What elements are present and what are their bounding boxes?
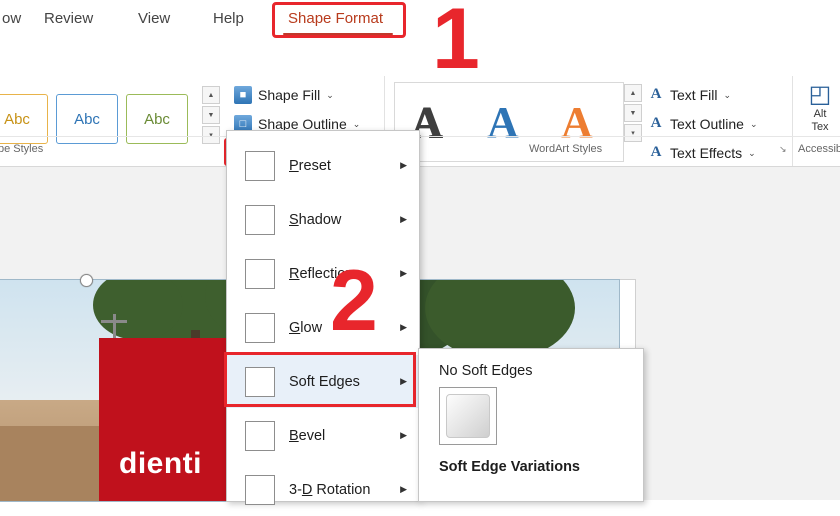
chevron-down-icon[interactable]: ⌄ (353, 119, 361, 130)
soft-edge-preview-icon (446, 394, 490, 438)
text-outline-label: Text Outline (670, 116, 744, 132)
menu-item-bevel-label: Bevel (289, 427, 326, 444)
tab-review[interactable]: Review (34, 0, 103, 38)
ribbon-tab-strip: ow Review View Help Shape Format (0, 0, 840, 38)
chevron-down-icon[interactable]: ⌄ (748, 148, 756, 159)
tab-help[interactable]: Help (203, 0, 254, 38)
shape-fill-button[interactable]: ■ Shape Fill ⌄ (228, 82, 340, 108)
text-effects-icon: A (650, 144, 662, 160)
ribbon-group-divider-2 (792, 76, 793, 174)
menu-item-shadow-label: Shadow (289, 211, 342, 228)
wordart-style-2[interactable]: A (487, 97, 519, 148)
no-soft-edges-label[interactable]: No Soft Edges (439, 363, 533, 379)
text-effects-button[interactable]: A Text Effects ⌄ (648, 140, 756, 166)
chevron-down-icon[interactable]: ⌄ (723, 90, 731, 101)
chevron-right-icon[interactable]: ▶ (400, 322, 407, 333)
soft-edges-square-icon (245, 366, 275, 397)
wordart-gallery-scroll-down[interactable]: ▼ (624, 104, 642, 122)
tab-view[interactable]: View (128, 0, 180, 38)
wordart-style-3[interactable]: A (561, 97, 593, 148)
paint-bucket-icon: ■ (234, 86, 252, 104)
chevron-right-icon[interactable]: ▶ (400, 430, 407, 441)
chevron-down-icon[interactable]: ⌄ (750, 119, 758, 130)
chevron-right-icon[interactable]: ▶ (400, 268, 407, 279)
group-label-accessibility: Accessib (798, 143, 840, 155)
shape-gallery-scroll-down[interactable]: ▼ (202, 106, 220, 124)
text-effects-label: Text Effects (670, 145, 743, 161)
menu-item-soft-edges-label: Soft Edges (289, 373, 360, 390)
selection-handle-top[interactable] (80, 274, 93, 287)
text-fill-button[interactable]: A Text Fill ⌄ (648, 82, 731, 108)
shape-fill-label: Shape Fill (258, 87, 321, 103)
bevel-square-icon (245, 420, 275, 451)
shape-gallery-scroll-up[interactable]: ▲ (202, 86, 220, 104)
menu-item-soft-edges[interactable]: Soft Edges ▶ (227, 355, 419, 408)
chevron-down-icon[interactable]: ⌄ (326, 90, 334, 101)
ribbon-body: Abc Abc Abc ▲ ▼ ▾ ■ Shape Fill ⌄ □ Shape… (0, 38, 840, 174)
shape-gallery-more[interactable]: ▾ (202, 126, 220, 144)
shape-format-tab-highlight (272, 2, 406, 38)
shape-effects-menu[interactable]: Preset ▶ Shadow ▶ Reflection ▶ Glow ▶ So… (226, 130, 420, 505)
alt-text-icon: ◰ (808, 81, 832, 108)
text-fill-label: Text Fill (670, 87, 718, 103)
chevron-right-icon[interactable]: ▶ (400, 160, 407, 171)
menu-item-3d-rotation-label: 3-D Rotation (289, 481, 371, 498)
shadow-square-icon (245, 204, 275, 235)
menu-item-reflection[interactable]: Reflection ▶ (227, 247, 419, 300)
wordart-gallery-more[interactable]: ▾ (624, 124, 642, 142)
annotation-step-1: 1 (432, 0, 480, 87)
menu-item-3d-rotation[interactable]: 3-D Rotation ▶ (227, 463, 419, 516)
reflection-square-icon (245, 258, 275, 289)
menu-item-glow[interactable]: Glow ▶ (227, 301, 419, 354)
menu-item-preset[interactable]: Preset ▶ (227, 139, 419, 192)
no-soft-edges-swatch[interactable] (439, 387, 497, 445)
menu-item-bevel[interactable]: Bevel ▶ (227, 409, 419, 462)
wordart-dialog-launcher-icon[interactable]: ↘ (779, 144, 787, 155)
tab-window[interactable]: ow (0, 0, 31, 38)
rotation-square-icon (245, 474, 275, 505)
menu-item-preset-label: Preset (289, 157, 331, 174)
menu-item-shadow[interactable]: Shadow ▶ (227, 193, 419, 246)
group-label-wordart-styles: WordArt Styles (529, 143, 603, 155)
preset-square-icon (245, 150, 275, 181)
powerpoint-window: ow Review View Help Shape Format Abc Abc… (0, 0, 840, 505)
text-outline-button[interactable]: A Text Outline ⌄ (648, 111, 758, 137)
chevron-right-icon[interactable]: ▶ (400, 214, 407, 225)
alt-text-label-line2: Tex (811, 121, 829, 133)
alt-text-button[interactable]: ◰ Alt Tex (800, 82, 840, 134)
wordart-gallery-scroll-up[interactable]: ▲ (624, 84, 642, 102)
chevron-right-icon[interactable]: ▶ (400, 484, 407, 495)
group-label-shape-styles: pe Styles (0, 143, 44, 155)
glow-square-icon (245, 312, 275, 343)
annotation-step-2: 2 (330, 253, 378, 349)
ribbon-group-baseline (0, 136, 840, 137)
chevron-right-icon[interactable]: ▶ (400, 376, 407, 387)
alt-text-label-line1: Alt (813, 108, 827, 120)
text-outline-icon: A (650, 115, 662, 131)
soft-edge-variations-label: Soft Edge Variations (439, 459, 580, 475)
soft-edges-submenu[interactable]: No Soft Edges Soft Edge Variations (418, 348, 644, 502)
text-fill-icon: A (650, 86, 662, 102)
